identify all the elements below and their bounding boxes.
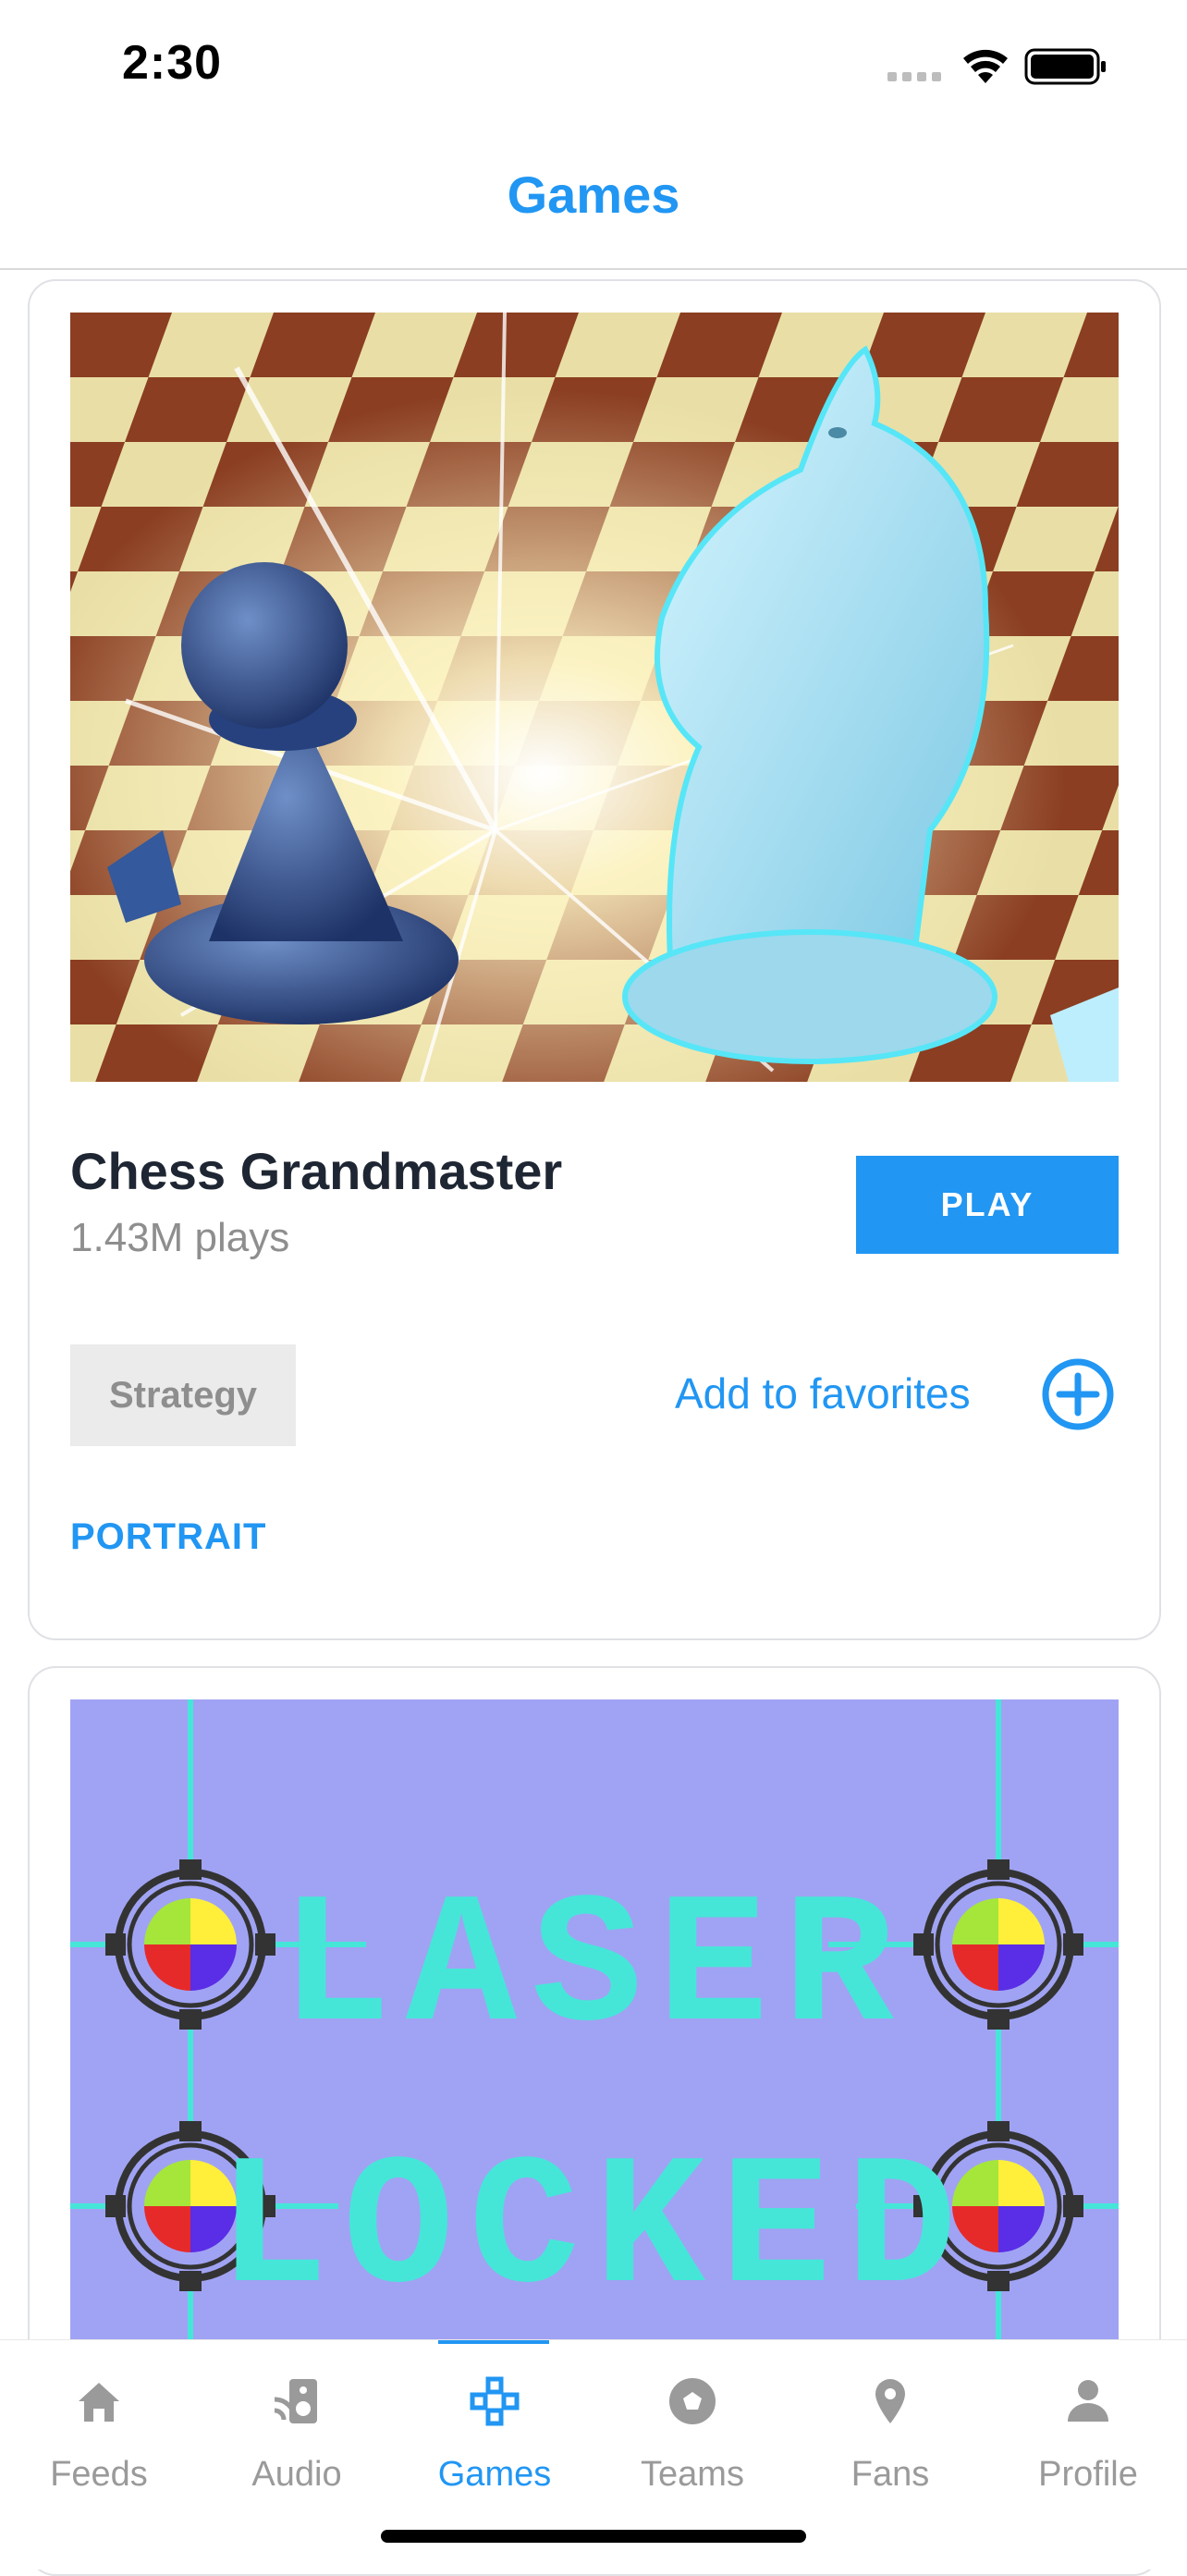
game-title: Chess Grandmaster xyxy=(70,1142,563,1200)
soccer-ball-icon xyxy=(669,2378,716,2424)
status-bar: 2:30 xyxy=(0,0,1187,129)
tab-games[interactable]: Games xyxy=(396,2340,594,2525)
location-pin-icon xyxy=(875,2379,905,2423)
tab-feeds[interactable]: Feeds xyxy=(0,2340,198,2525)
game-card[interactable]: Chess Grandmaster 1.43M plays PLAY Strat… xyxy=(28,279,1161,1640)
tab-label: Games xyxy=(437,2455,552,2494)
game-thumbnail[interactable]: LASER LOCKED xyxy=(70,1699,1119,2402)
person-icon xyxy=(1068,2380,1108,2422)
home-indicator xyxy=(381,2530,806,2543)
tab-teams[interactable]: Teams xyxy=(594,2340,791,2525)
audio-icon xyxy=(274,2379,317,2423)
tab-label: Teams xyxy=(641,2455,744,2494)
cellular-signal-icon xyxy=(887,72,941,81)
gamepad-icon xyxy=(470,2376,520,2426)
art-title-line2: LOCKED xyxy=(217,2127,972,2337)
home-icon xyxy=(79,2383,119,2422)
navigation-bar: Games xyxy=(0,129,1187,270)
art-title-line1: LASER xyxy=(280,1865,909,2075)
play-button[interactable]: PLAY xyxy=(856,1156,1119,1254)
tab-label: Audio xyxy=(251,2455,342,2494)
tab-fans[interactable]: Fans xyxy=(791,2340,989,2525)
tab-audio[interactable]: Audio xyxy=(198,2340,396,2525)
play-count: 1.43M plays xyxy=(70,1215,290,1260)
status-time: 2:30 xyxy=(122,36,223,90)
chess-artwork xyxy=(70,313,1119,1082)
wifi-icon xyxy=(963,49,1008,83)
tab-profile[interactable]: Profile xyxy=(989,2340,1187,2525)
tab-label: Feeds xyxy=(50,2455,148,2494)
add-circle-icon[interactable] xyxy=(1041,1357,1115,1431)
add-to-favorites-link[interactable]: Add to favorites xyxy=(675,1368,971,1418)
laser-locked-artwork: LASER LOCKED xyxy=(70,1699,1119,2402)
category-tag: Strategy xyxy=(70,1344,296,1446)
page-title: Games xyxy=(507,166,680,224)
orientation-label: PORTRAIT xyxy=(70,1516,267,1557)
battery-icon xyxy=(1024,48,1106,85)
game-thumbnail[interactable] xyxy=(70,313,1119,1082)
tab-label: Fans xyxy=(850,2455,930,2494)
tab-label: Profile xyxy=(1038,2455,1138,2494)
status-icons xyxy=(887,48,1106,85)
